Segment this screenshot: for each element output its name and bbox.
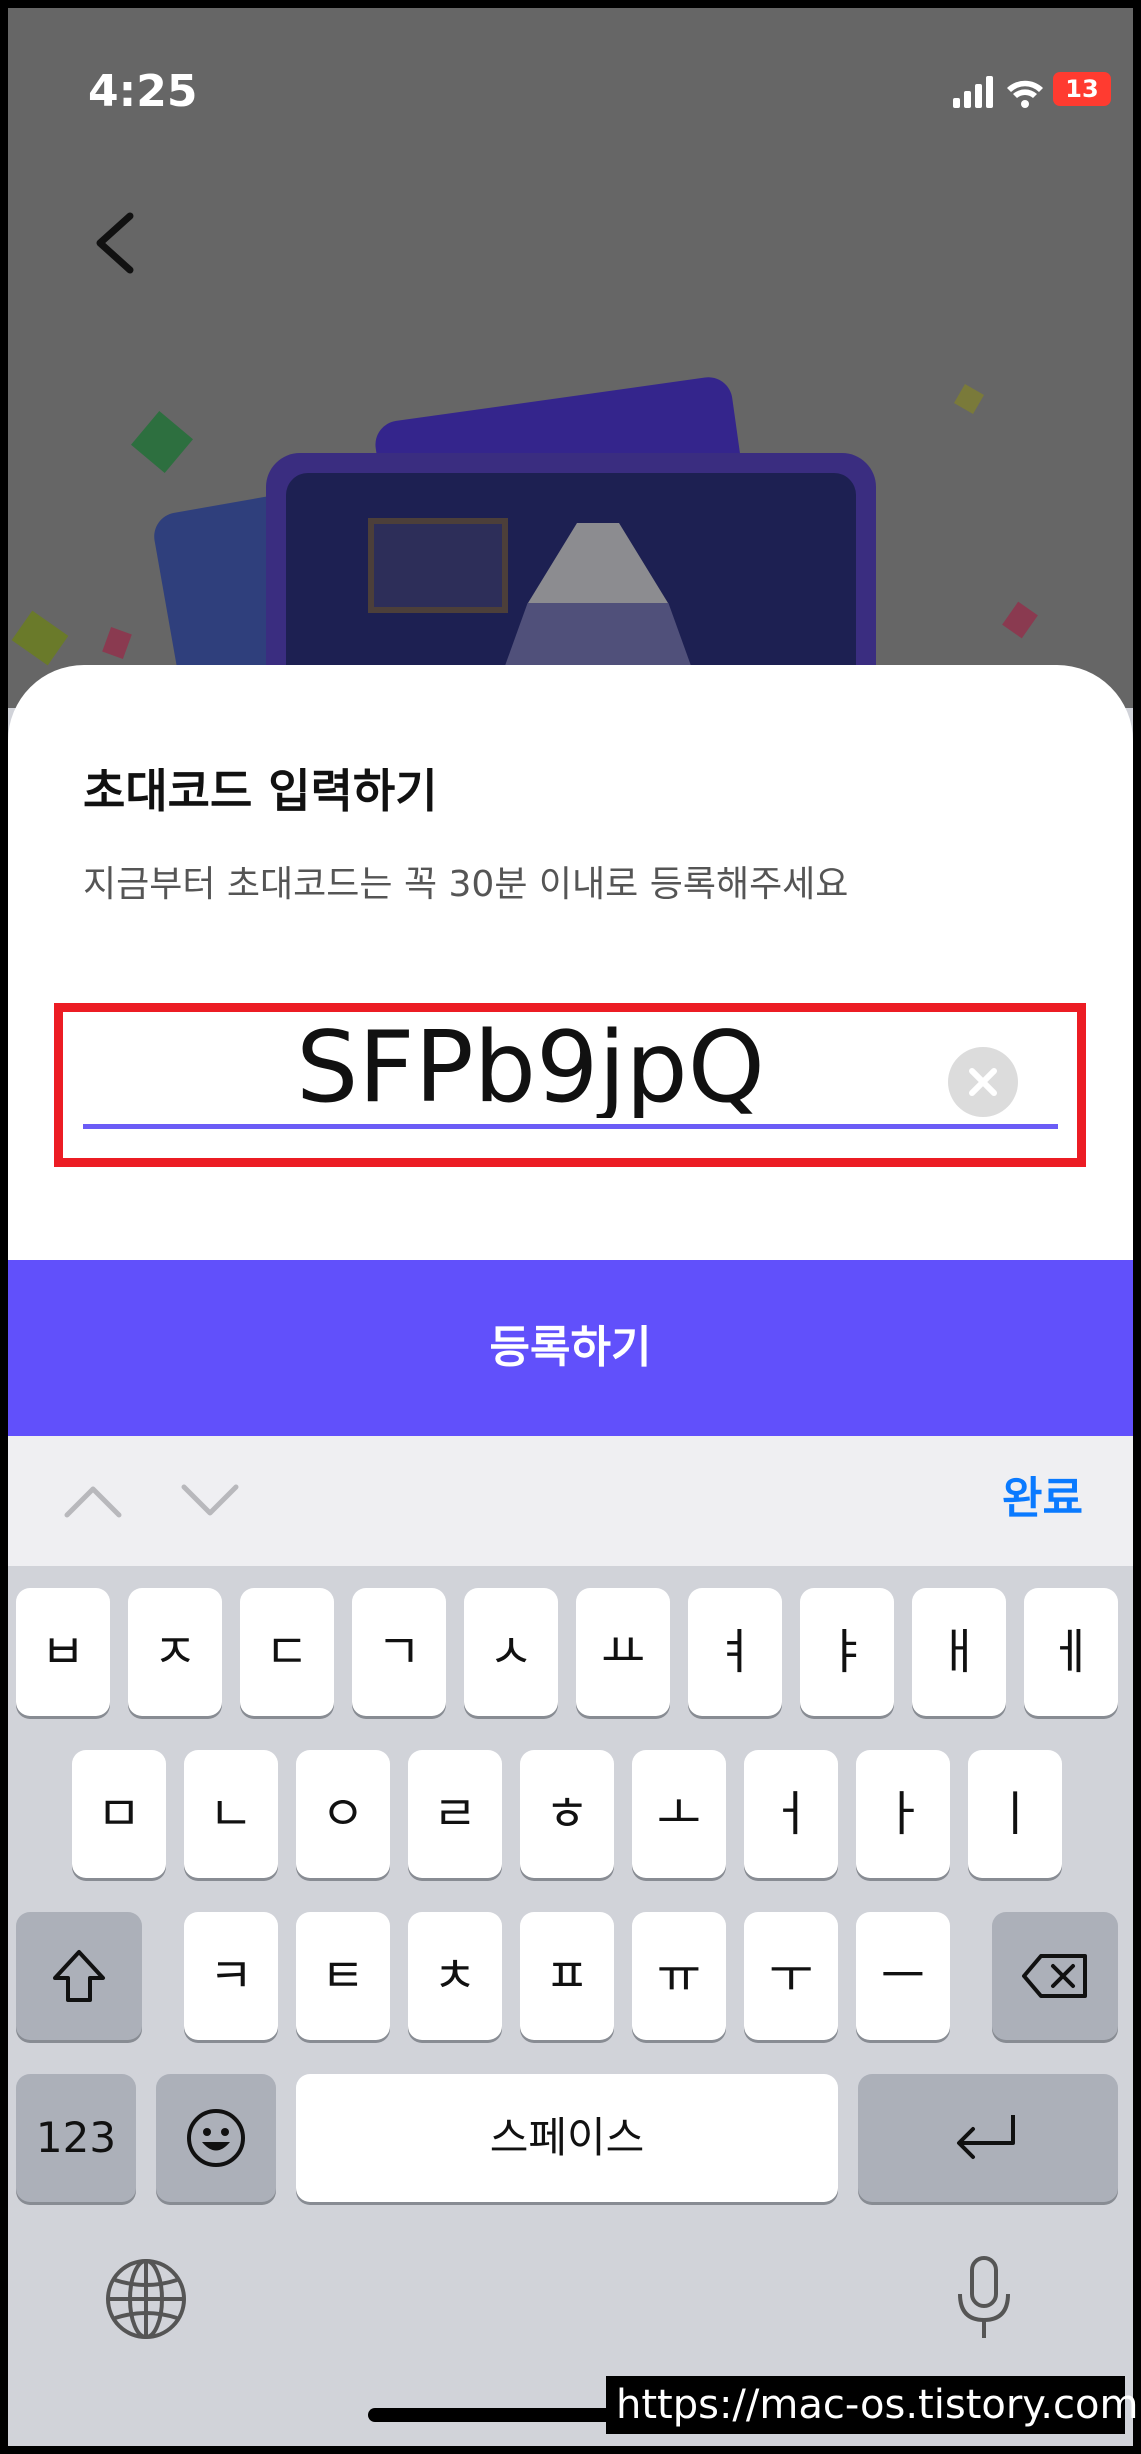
confetti: [102, 627, 132, 659]
key[interactable]: ㅐ: [912, 1588, 1006, 1716]
confetti: [11, 610, 69, 666]
key[interactable]: ㅡ: [856, 1912, 950, 2040]
key[interactable]: ㅜ: [744, 1912, 838, 2040]
key[interactable]: ㅈ: [128, 1588, 222, 1716]
battery-icon: 13: [1053, 72, 1111, 106]
key[interactable]: ㅊ: [408, 1912, 502, 2040]
invite-code-sheet: 초대코드 입력하기 지금부터 초대코드는 꼭 30분 이내로 등록해주세요: [8, 665, 1133, 1265]
emoji-icon: [187, 2109, 245, 2167]
key[interactable]: ㅌ: [296, 1912, 390, 2040]
key[interactable]: ㅠ: [632, 1912, 726, 2040]
confetti: [953, 383, 985, 415]
confetti: [1002, 601, 1038, 639]
shift-icon: [53, 1950, 105, 2002]
space-key[interactable]: 스페이스: [296, 2074, 838, 2202]
shift-key[interactable]: [16, 1912, 142, 2040]
status-time: 4:25: [88, 66, 198, 117]
close-icon: [969, 1068, 997, 1096]
korean-keyboard: ㅂ ㅈ ㄷ ㄱ ㅅ ㅛ ㅕ ㅑ ㅐ ㅔ ㅁ ㄴ ㅇ ㄹ ㅎ ㅗ ㅓ ㅏ ㅣ ㅋ …: [8, 1566, 1133, 2446]
phone-screen: 4:25 13 초대코드 입력하기 지금부터 초대코드는 꼭 30분 이내로 등…: [8, 8, 1133, 2446]
invite-code-input[interactable]: [83, 1018, 1058, 1118]
key[interactable]: ㅍ: [520, 1912, 614, 2040]
battery-level: 13: [1065, 75, 1099, 103]
key[interactable]: ㄴ: [184, 1750, 278, 1878]
key[interactable]: ㅂ: [16, 1588, 110, 1716]
key[interactable]: ㅣ: [968, 1750, 1062, 1878]
sheet-subtitle: 지금부터 초대코드는 꼭 30분 이내로 등록해주세요: [83, 864, 849, 905]
key[interactable]: ㅋ: [184, 1912, 278, 2040]
key[interactable]: ㅁ: [72, 1750, 166, 1878]
wifi-icon: [1007, 80, 1043, 108]
key[interactable]: ㄱ: [352, 1588, 446, 1716]
done-button[interactable]: 완료: [1002, 1464, 1083, 1534]
key[interactable]: ㅕ: [688, 1588, 782, 1716]
chevron-up-icon[interactable]: [63, 1481, 123, 1521]
dimmed-background: 4:25 13: [8, 8, 1133, 708]
numbers-key[interactable]: 123: [16, 2074, 136, 2202]
key[interactable]: ㅑ: [800, 1588, 894, 1716]
microphone-icon[interactable]: [953, 2254, 1015, 2344]
key[interactable]: ㅓ: [744, 1750, 838, 1878]
register-button[interactable]: 등록하기: [8, 1260, 1133, 1436]
emoji-key[interactable]: [156, 2074, 276, 2202]
input-underline: [83, 1124, 1058, 1129]
illustration-window: [368, 518, 508, 613]
key[interactable]: ㅅ: [464, 1588, 558, 1716]
key[interactable]: ㅔ: [1024, 1588, 1118, 1716]
key[interactable]: ㅇ: [296, 1750, 390, 1878]
illustration: [150, 374, 938, 708]
key[interactable]: ㅗ: [632, 1750, 726, 1878]
backspace-key[interactable]: [992, 1912, 1118, 2040]
signal-icon: [953, 76, 993, 108]
key[interactable]: ㄹ: [408, 1750, 502, 1878]
globe-icon[interactable]: [103, 2256, 189, 2342]
return-key[interactable]: [858, 2074, 1118, 2202]
back-arrow-icon[interactable]: [88, 208, 148, 278]
key[interactable]: ㄷ: [240, 1588, 334, 1716]
key[interactable]: ㅛ: [576, 1588, 670, 1716]
clear-button[interactable]: [948, 1047, 1018, 1117]
return-icon: [957, 2115, 1015, 2159]
watermark: https://mac-os.tistory.com: [606, 2376, 1138, 2434]
status-icons: 13: [953, 72, 1111, 112]
key[interactable]: ㅏ: [856, 1750, 950, 1878]
key[interactable]: ㅎ: [520, 1750, 614, 1878]
keyboard-accessory-bar: 완료: [8, 1436, 1133, 1566]
chevron-down-icon[interactable]: [180, 1481, 240, 1521]
backspace-icon: [1022, 1954, 1087, 1998]
sheet-title: 초대코드 입력하기: [83, 764, 438, 818]
